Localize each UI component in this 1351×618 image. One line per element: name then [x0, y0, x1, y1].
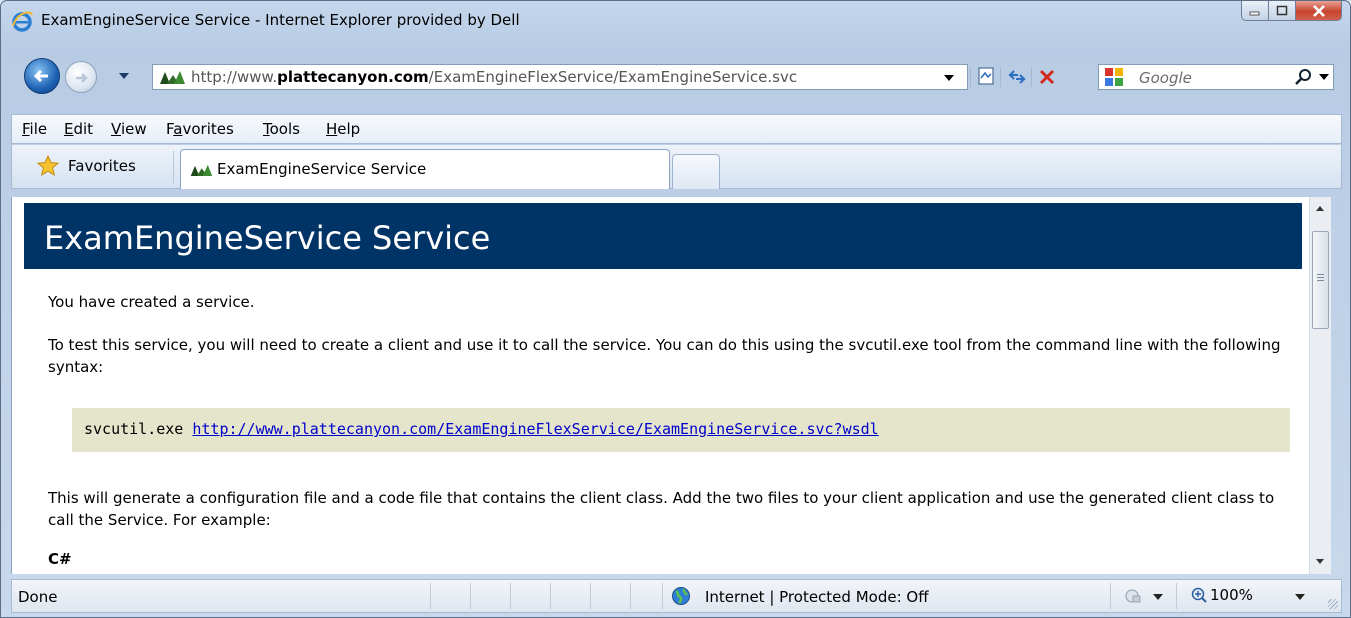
- scroll-up-arrow-icon[interactable]: [1316, 206, 1324, 211]
- intro-text: You have created a service.: [48, 293, 255, 311]
- tab-examengineservice[interactable]: ExamEngineService Service: [180, 149, 670, 189]
- zoom-level[interactable]: 100%: [1210, 586, 1253, 604]
- zoom-dropdown[interactable]: [1295, 594, 1305, 600]
- window-title: ExamEngineService Service - Internet Exp…: [41, 11, 520, 29]
- menu-edit[interactable]: Edit: [64, 120, 93, 138]
- favorites-button[interactable]: Favorites: [68, 157, 136, 175]
- menu-favorites[interactable]: Favorites: [166, 120, 234, 138]
- status-separator: [590, 583, 591, 609]
- close-button[interactable]: [1296, 1, 1342, 21]
- menu-bar: File Edit View Favorites Tools Help: [11, 114, 1342, 144]
- minimize-icon: [1249, 11, 1260, 15]
- status-separator: [1110, 583, 1111, 609]
- code-line: svcutil.exe http://www.plattecanyon.com/…: [84, 420, 879, 438]
- page-content: ExamEngineService Service You have creat…: [11, 197, 1310, 574]
- zoom-icon[interactable]: [1190, 586, 1208, 604]
- page-title: ExamEngineService Service: [44, 219, 491, 257]
- google-icon: [1105, 68, 1123, 86]
- toolbar-separator: [1031, 67, 1032, 87]
- generate-text: This will generate a configuration file …: [48, 489, 1275, 529]
- thumb-grip: [1317, 277, 1324, 278]
- address-dropdown[interactable]: [944, 75, 954, 81]
- security-zone[interactable]: Internet | Protected Mode: Off: [705, 588, 929, 606]
- ie-logo-icon: [12, 11, 33, 32]
- menu-help[interactable]: Help: [326, 120, 360, 138]
- favorites-bar: Favorites ExamEngineService Service: [11, 145, 1342, 189]
- wsdl-link[interactable]: http://www.plattecanyon.com/ExamEngineFl…: [192, 420, 878, 438]
- status-separator: [662, 583, 663, 609]
- new-tab-button[interactable]: [672, 154, 720, 189]
- close-icon: [1312, 4, 1325, 17]
- site-favicon-icon: [190, 164, 213, 176]
- menu-tools[interactable]: Tools: [263, 120, 300, 138]
- toolbar-separator: [970, 67, 971, 87]
- status-text: Done: [18, 588, 58, 606]
- refresh-icon[interactable]: [1006, 66, 1028, 88]
- code-command: svcutil.exe: [84, 420, 184, 438]
- forward-arrow-icon: [76, 73, 88, 83]
- search-placeholder[interactable]: Google: [1139, 69, 1192, 87]
- back-button[interactable]: [24, 58, 60, 94]
- browser-window: ExamEngineService Service - Internet Exp…: [0, 0, 1351, 618]
- window-controls: [1241, 1, 1342, 23]
- forward-button[interactable]: [65, 61, 97, 93]
- status-bar: Done Internet | Protected Mode: Off 100%: [11, 579, 1342, 613]
- scroll-down-arrow-icon[interactable]: [1316, 559, 1324, 564]
- search-icon[interactable]: [1293, 67, 1313, 87]
- site-favicon-icon: [160, 71, 185, 84]
- status-separator: [430, 583, 431, 609]
- recent-pages-dropdown[interactable]: [119, 73, 129, 79]
- heading-band: ExamEngineService Service: [24, 203, 1302, 269]
- scroll-thumb[interactable]: [1312, 231, 1329, 329]
- maximize-icon: [1276, 5, 1288, 16]
- status-separator: [510, 583, 511, 609]
- minimize-button[interactable]: [1241, 1, 1269, 21]
- vertical-scrollbar[interactable]: [1309, 197, 1331, 574]
- toolbar-separator: [1000, 67, 1001, 87]
- search-options-dropdown[interactable]: [1319, 74, 1329, 80]
- status-separator: [630, 583, 631, 609]
- stop-icon[interactable]: [1037, 67, 1057, 87]
- protected-mode-icon[interactable]: [1124, 587, 1142, 605]
- maximize-button[interactable]: [1269, 1, 1296, 21]
- instructions-text: To test this service, you will need to c…: [48, 336, 1281, 376]
- protected-mode-dropdown[interactable]: [1153, 594, 1163, 600]
- back-arrow-icon: [33, 69, 48, 83]
- thumb-grip: [1317, 280, 1324, 281]
- menu-view[interactable]: View: [111, 120, 147, 138]
- navigation-bar: http://www.plattecanyon.com/ExamEngineFl…: [1, 47, 1350, 103]
- status-separator: [1176, 583, 1177, 609]
- address-bar[interactable]: http://www.plattecanyon.com/ExamEngineFl…: [152, 64, 968, 90]
- thumb-grip: [1317, 274, 1324, 275]
- status-separator: [470, 583, 471, 609]
- code-block: svcutil.exe http://www.plattecanyon.com/…: [72, 408, 1290, 452]
- menu-file[interactable]: File: [22, 120, 47, 138]
- status-separator: [550, 583, 551, 609]
- globe-icon: [672, 587, 690, 605]
- compatibility-view-icon[interactable]: [976, 66, 996, 86]
- csharp-label: C#: [48, 550, 72, 568]
- favorites-separator: [173, 151, 174, 183]
- tab-label: ExamEngineService Service: [217, 160, 427, 178]
- address-url[interactable]: http://www.plattecanyon.com/ExamEngineFl…: [191, 68, 797, 86]
- resize-grip[interactable]: [1328, 599, 1338, 609]
- favorites-star-icon[interactable]: [37, 155, 59, 177]
- title-bar: ExamEngineService Service - Internet Exp…: [1, 1, 1350, 41]
